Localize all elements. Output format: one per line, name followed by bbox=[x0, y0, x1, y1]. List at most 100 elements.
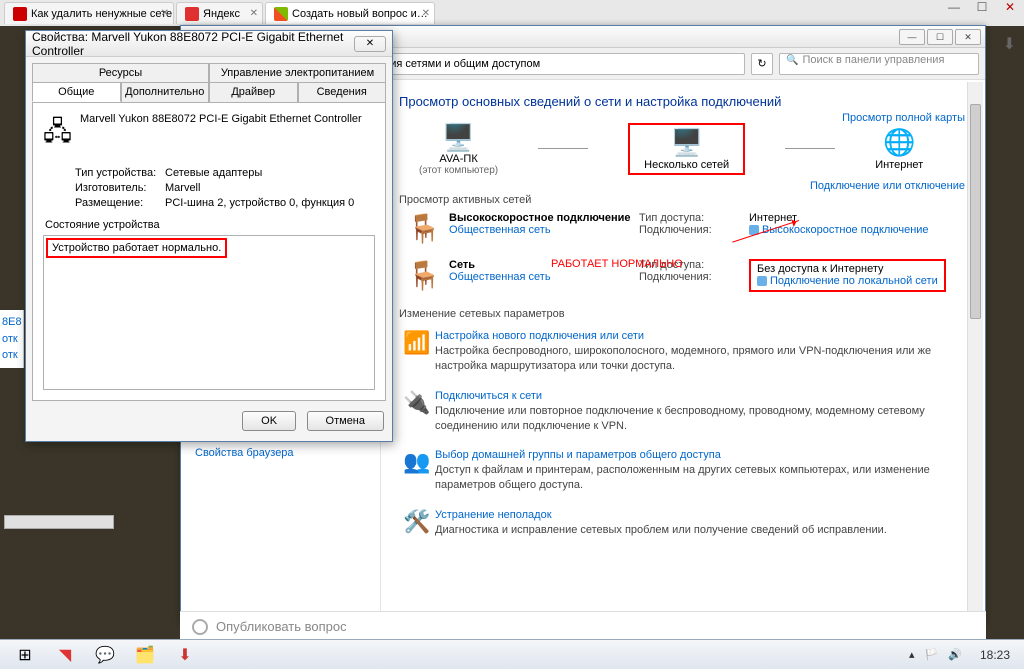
tab-advanced[interactable]: Дополнительно bbox=[121, 82, 210, 102]
refresh-button[interactable]: ↻ bbox=[751, 53, 773, 75]
cancel-button[interactable]: Отмена bbox=[307, 411, 384, 431]
connection-link[interactable]: Подключение по локальной сети bbox=[757, 275, 938, 287]
settings-link[interactable]: Настройка нового подключения или сети bbox=[435, 330, 967, 342]
device-type-label: Тип устройства: bbox=[75, 167, 165, 179]
connections-label: Подключения: bbox=[639, 224, 749, 236]
ok-button[interactable]: OK bbox=[242, 411, 296, 431]
tab-label: Создать новый вопрос и… bbox=[292, 8, 428, 20]
node-label: Интернет bbox=[875, 159, 923, 171]
this-computer-node: 🖥️ AVA-ПК (этот компьютер) bbox=[419, 121, 498, 176]
globe-icon: 🌐 bbox=[875, 127, 923, 159]
taskbar-app-downloader[interactable]: ⬇ bbox=[166, 643, 204, 667]
browser-tab[interactable]: Как удалить ненужные сете… ✕ bbox=[4, 2, 174, 24]
settings-link[interactable]: Устранение неполадок bbox=[435, 509, 967, 521]
scrollbar-thumb[interactable] bbox=[970, 104, 981, 320]
tab-general[interactable]: Общие bbox=[32, 82, 121, 102]
full-map-link[interactable]: Просмотр полной карты bbox=[842, 112, 965, 124]
troubleshoot-icon: 🛠️ bbox=[399, 509, 435, 538]
maximize-button[interactable]: ☐ bbox=[968, 0, 996, 20]
node-label: Несколько сетей bbox=[644, 159, 729, 171]
settings-item: 🔌 Подключиться к сети Подключение или по… bbox=[399, 390, 967, 434]
taskbar-app-explorer[interactable]: 🗂️ bbox=[126, 643, 164, 667]
bench-icon: 🪑 bbox=[399, 259, 449, 292]
volume-icon[interactable]: 🔊 bbox=[948, 648, 962, 661]
network-type-link[interactable]: Общественная сеть bbox=[449, 271, 639, 283]
device-status-label: Состояние устройства bbox=[45, 219, 375, 231]
homegroup-icon: 👥 bbox=[399, 449, 435, 493]
settings-desc: Диагностика и исправление сетевых пробле… bbox=[435, 523, 967, 538]
access-type-value: Без доступа к Интернету bbox=[757, 263, 938, 275]
location-value: PCI-шина 2, устройство 0, функция 0 bbox=[165, 197, 354, 209]
tray-expand-icon[interactable]: ▴ bbox=[909, 648, 915, 661]
close-icon[interactable]: ✕ bbox=[161, 8, 169, 19]
yandex-icon bbox=[185, 7, 199, 21]
node-label: AVA-ПК bbox=[419, 153, 498, 165]
settings-desc: Доступ к файлам и принтерам, расположенн… bbox=[435, 463, 967, 493]
close-icon[interactable]: ✕ bbox=[250, 8, 258, 19]
device-type-value: Сетевые адаптеры bbox=[165, 167, 262, 179]
device-status-text: Устройство работает нормально. bbox=[46, 238, 227, 258]
connection-name: Высокоскоростное подключение bbox=[449, 212, 639, 224]
close-button[interactable]: ✕ bbox=[354, 36, 386, 52]
change-settings-label: Изменение сетевых параметров bbox=[399, 308, 967, 320]
dialog-titlebar[interactable]: Свойства: Marvell Yukon 88E8072 PCI-E Gi… bbox=[26, 31, 392, 57]
connection-line bbox=[538, 148, 588, 149]
taskbar: ⊞ ◥ 💬 🗂️ ⬇ ▴ 🏳️ 🔊 18:23 bbox=[0, 639, 1024, 669]
search-input[interactable]: Поиск в панели управления bbox=[779, 53, 979, 75]
browser-tab-active[interactable]: Создать новый вопрос и… ✕ bbox=[265, 2, 435, 24]
multiple-networks-node: 🖥️ Несколько сетей bbox=[628, 123, 745, 175]
download-icon[interactable]: ⬇ bbox=[1003, 34, 1016, 54]
start-button[interactable]: ⊞ bbox=[6, 643, 44, 667]
bench-icon: 🪑 bbox=[399, 212, 449, 245]
dialog-title: Свойства: Marvell Yukon 88E8072 PCI-E Gi… bbox=[32, 30, 354, 58]
settings-desc: Настройка беспроводного, широкополосного… bbox=[435, 344, 967, 374]
network-adapter-icon: 🖧 bbox=[43, 113, 72, 157]
youtube-icon bbox=[13, 7, 27, 21]
publish-question-bar[interactable]: Опубликовать вопрос bbox=[180, 611, 986, 641]
horizontal-scrollbar[interactable] bbox=[4, 515, 114, 529]
publish-label: Опубликовать вопрос bbox=[216, 619, 347, 634]
device-status-box: Устройство работает нормально. bbox=[43, 235, 375, 390]
clock[interactable]: 18:23 bbox=[972, 648, 1018, 662]
taskbar-app-messenger[interactable]: 💬 bbox=[86, 643, 124, 667]
page-title: Просмотр основных сведений о сети и наст… bbox=[399, 94, 967, 109]
left-clipped-text: 8E8 отк отк bbox=[0, 310, 24, 368]
minimize-button[interactable]: — bbox=[899, 29, 925, 45]
network-type-link[interactable]: Общественная сеть bbox=[449, 224, 639, 236]
settings-desc: Подключение или повторное подключение к … bbox=[435, 404, 967, 434]
network-icon: 🖥️ bbox=[644, 127, 729, 159]
tab-driver[interactable]: Драйвер bbox=[209, 82, 298, 102]
minimize-button[interactable]: — bbox=[940, 0, 968, 20]
tab-resources[interactable]: Ресурсы bbox=[32, 63, 209, 82]
sidebar-item-browser-props[interactable]: Свойства браузера bbox=[181, 443, 380, 463]
connection-line bbox=[785, 148, 835, 149]
connections-label: Подключения: bbox=[639, 271, 749, 283]
access-type-label: Тип доступа: bbox=[639, 212, 749, 224]
maximize-button[interactable]: ☐ bbox=[927, 29, 953, 45]
taskbar-app-yandex[interactable]: ◥ bbox=[46, 643, 84, 667]
connect-icon: 🔌 bbox=[399, 390, 435, 434]
connection-icon bbox=[757, 276, 767, 286]
vertical-scrollbar[interactable] bbox=[967, 82, 983, 621]
network-connection-row: 🪑 Сеть Общественная сеть Тип доступа: По… bbox=[399, 259, 967, 292]
close-button[interactable]: ✕ bbox=[996, 0, 1024, 20]
settings-item: 👥 Выбор домашней группы и параметров общ… bbox=[399, 449, 967, 493]
settings-item: 📶 Настройка нового подключения или сети … bbox=[399, 330, 967, 374]
location-label: Размещение: bbox=[75, 197, 165, 209]
circle-icon bbox=[192, 619, 208, 635]
annotation-text: РАБОТАЕТ НОРМАЛЬНО bbox=[551, 258, 683, 270]
new-connection-icon: 📶 bbox=[399, 330, 435, 374]
close-icon[interactable]: ✕ bbox=[422, 8, 430, 19]
settings-link[interactable]: Подключиться к сети bbox=[435, 390, 967, 402]
connect-disconnect-link[interactable]: Подключение или отключение bbox=[810, 180, 965, 192]
dialog-buttons: OK Отмена bbox=[26, 401, 392, 441]
browser-tab[interactable]: Яндекс ✕ bbox=[176, 2, 263, 24]
tab-details[interactable]: Сведения bbox=[298, 82, 387, 102]
settings-link[interactable]: Выбор домашней группы и параметров общег… bbox=[435, 449, 967, 461]
settings-item: 🛠️ Устранение неполадок Диагностика и ис… bbox=[399, 509, 967, 538]
connection-link[interactable]: Высокоскоростное подключение bbox=[749, 224, 929, 236]
node-sublabel: (этот компьютер) bbox=[419, 165, 498, 176]
close-button[interactable]: ✕ bbox=[955, 29, 981, 45]
flag-icon[interactable]: 🏳️ bbox=[925, 648, 939, 661]
tab-power[interactable]: Управление электропитанием bbox=[209, 63, 386, 82]
